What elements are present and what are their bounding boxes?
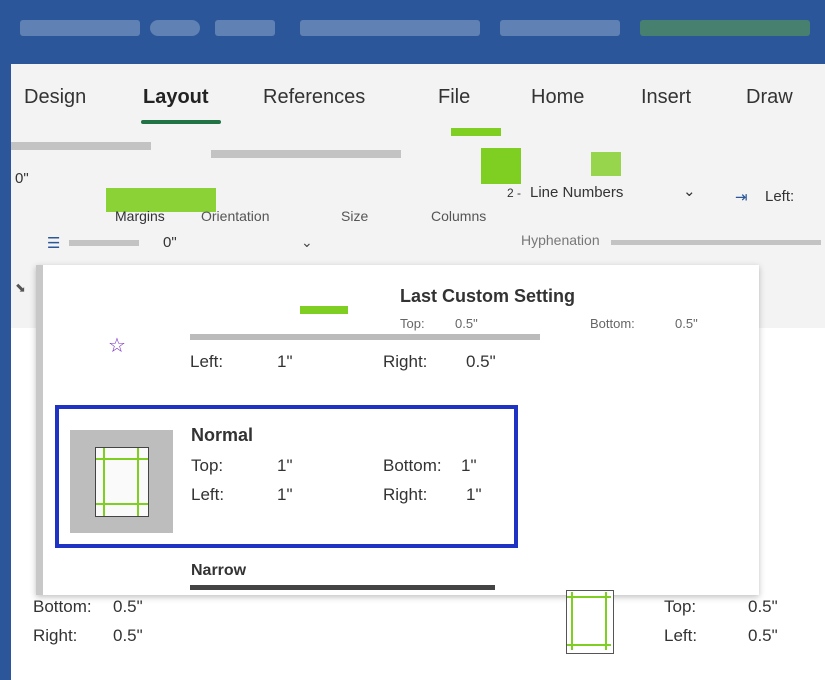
title-bar-glitch [640,20,810,36]
last-custom-right-label: Right: [383,352,428,371]
narrow-top-value: 0.5" [748,597,778,616]
margins-button-label[interactable]: Margins [115,208,165,224]
normal-top-value: 1" [277,456,293,475]
narrow-margin-guide-bottom [567,644,611,646]
spacing-label-glitch [69,240,139,246]
last-custom-thumbnail[interactable] [300,306,348,314]
window-left-edge [0,64,11,680]
last-custom-bottom-label: Bottom: [590,316,635,331]
ribbon-green-artifact-2 [591,152,621,176]
line-numbers-button[interactable]: Line Numbers [530,184,623,201]
line-numbers-icon: 2 - [507,186,522,200]
active-tab-underline [141,120,221,124]
narrow-bottom-label: Bottom: [33,597,92,616]
save-icon[interactable] [215,20,275,36]
tab-design[interactable]: Design [24,86,86,109]
last-custom-title[interactable]: Last Custom Setting [400,286,575,307]
spacing-icon: ☰ [47,235,61,252]
tab-home[interactable]: Home [531,86,584,109]
narrow-margin-guide-top [567,596,611,598]
indent-left-value[interactable]: 0" [15,170,29,187]
undo-redo-icons[interactable] [500,20,620,36]
page-setup-launcher-icon[interactable]: ⬊ [15,280,26,296]
tab-insert[interactable]: Insert [641,86,691,109]
narrow-margin-guide-right [605,592,607,650]
ribbon-green-artifact [481,148,521,184]
last-custom-left-value: 1" [277,352,293,371]
autosave-toggle[interactable] [150,20,200,36]
last-custom-left-label: Left: [190,352,224,371]
last-custom-right-value: 0.5" [466,352,496,371]
indent-left-label: Left: [765,188,795,205]
tab-layout[interactable]: Layout [143,86,209,109]
line-numbers-chevron-icon[interactable]: ⌄ [683,182,696,200]
narrow-right-value: 0.5" [113,626,143,645]
narrow-title[interactable]: Narrow [191,562,246,580]
ribbon-tab-bar: Design Layout References File Home Inser… [11,64,825,128]
normal-bottom-value: 1" [461,456,477,475]
margins-icon-top [451,128,501,136]
last-custom-top-label: Top: [400,316,425,331]
narrow-left-value: 0.5" [748,626,778,645]
margin-guide-bottom [96,503,148,505]
spacing-value[interactable]: 0" [163,234,177,251]
quick-access-toolbar[interactable] [20,20,140,36]
last-custom-top-value: 0.5" [455,316,478,331]
normal-left-label: Left: [191,485,225,504]
narrow-bottom-value: 0.5" [113,597,143,616]
columns-button-label[interactable]: Columns [431,208,486,224]
normal-bottom-label: Bottom: [383,456,442,475]
orientation-button-label[interactable]: Orientation [201,208,269,224]
ribbon-glitch-row [211,150,401,158]
narrow-right-label: Right: [33,626,78,645]
indent-icon: ⇥ [735,189,748,206]
narrow-margin-guide-left [571,592,573,650]
document-title [300,20,480,36]
normal-left-value: 1" [277,485,293,504]
menu-glitch-row [190,334,540,340]
normal-top-label: Top: [191,456,224,475]
tab-file[interactable]: File [438,86,470,109]
normal-right-label: Right: [383,485,428,504]
chevron-down-icon[interactable]: ⌄ [301,234,313,251]
last-custom-bottom-value: 0.5" [675,316,698,331]
star-icon: ☆ [108,335,126,357]
narrow-glitch-line [190,585,495,590]
tab-references[interactable]: References [263,86,365,109]
ribbon-glitch-hyphenation [611,240,821,245]
tab-draw[interactable]: Draw [746,86,793,109]
narrow-top-label: Top: [664,597,697,616]
normal-title: Normal [191,425,254,445]
narrow-left-label: Left: [664,626,698,645]
normal-right-value: 1" [466,485,482,504]
breaks-label-glitch [11,142,151,150]
hyphenation-button-label[interactable]: Hyphenation [521,232,600,248]
margin-guide-top [96,458,148,460]
size-button-label[interactable]: Size [341,208,368,224]
title-bar [0,0,825,64]
